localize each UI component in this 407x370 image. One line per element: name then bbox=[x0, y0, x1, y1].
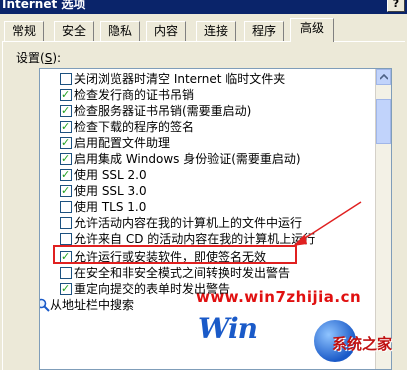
tab-general[interactable]: 常规 bbox=[4, 21, 44, 41]
search-icon bbox=[40, 298, 50, 312]
chevron-up-icon bbox=[380, 74, 388, 80]
settings-label: 设置(S): bbox=[16, 51, 62, 65]
tab-privacy[interactable]: 隐私 bbox=[100, 21, 140, 41]
setting-item[interactable]: 检查服务器证书吊销(需要重启动) bbox=[40, 103, 370, 119]
checkbox[interactable] bbox=[60, 103, 72, 119]
setting-label: 使用 SSL 2.0 bbox=[74, 168, 147, 182]
checkbox[interactable] bbox=[60, 201, 72, 213]
checkbox[interactable] bbox=[60, 281, 72, 297]
tab-programs[interactable]: 程序 bbox=[244, 21, 284, 41]
setting-label: 关闭浏览器时清空 Internet 临时文件夹 bbox=[74, 72, 286, 86]
setting-label: 使用 TLS 1.0 bbox=[74, 200, 147, 214]
checkbox[interactable] bbox=[60, 135, 72, 151]
help-button[interactable]: ? bbox=[387, 0, 405, 12]
setting-label: 检查下载的程序的签名 bbox=[74, 120, 195, 134]
tab-advanced[interactable]: 高级 bbox=[290, 18, 334, 42]
checkbox[interactable] bbox=[60, 119, 72, 135]
logo-letters: Win bbox=[198, 312, 258, 345]
scroll-up-button[interactable] bbox=[376, 69, 391, 85]
logo-name: 系统之家 bbox=[332, 335, 393, 353]
checkbox[interactable] bbox=[60, 167, 72, 183]
checkbox[interactable] bbox=[60, 87, 72, 103]
annotation-arrow-icon bbox=[293, 201, 362, 246]
setting-group-label: 从地址栏中搜索 bbox=[50, 298, 135, 312]
checkbox[interactable] bbox=[60, 233, 72, 245]
window-title: Internet 选项 bbox=[2, 0, 86, 11]
setting-item[interactable]: 使用 SSL 2.0 bbox=[40, 167, 370, 183]
checkbox[interactable] bbox=[60, 73, 72, 85]
setting-label: 启用配置文件助理 bbox=[74, 136, 171, 150]
setting-label: 检查发行商的证书吊销 bbox=[74, 88, 195, 102]
setting-item[interactable]: 启用集成 Windows 身份验证(需要重启动) bbox=[40, 151, 370, 167]
setting-label: 启用集成 Windows 身份验证(需要重启动) bbox=[74, 152, 301, 166]
setting-item[interactable]: 检查发行商的证书吊销 bbox=[40, 87, 370, 103]
scroll-thumb[interactable] bbox=[376, 99, 391, 144]
checkbox[interactable] bbox=[60, 217, 72, 229]
title-bar: Internet 选项 ? bbox=[0, 0, 407, 14]
setting-label: 在安全和非安全模式之间转换时发出警告 bbox=[74, 266, 291, 280]
vertical-scrollbar[interactable] bbox=[375, 69, 391, 369]
setting-item[interactable]: 在安全和非安全模式之间转换时发出警告 bbox=[40, 265, 370, 281]
setting-label: 允许活动内容在我的计算机上的文件中运行 bbox=[74, 216, 303, 230]
setting-item[interactable]: 关闭浏览器时清空 Internet 临时文件夹 bbox=[40, 71, 370, 87]
annotation-highlight-box bbox=[53, 245, 297, 264]
tab-connections[interactable]: 连接 bbox=[196, 21, 236, 41]
checkbox[interactable] bbox=[60, 151, 72, 167]
checkbox[interactable] bbox=[60, 183, 72, 199]
setting-item[interactable]: 检查下载的程序的签名 bbox=[40, 119, 370, 135]
tab-security[interactable]: 安全 bbox=[54, 21, 94, 41]
checkbox[interactable] bbox=[60, 267, 72, 279]
setting-item[interactable]: 启用配置文件助理 bbox=[40, 135, 370, 151]
tab-content[interactable]: 内容 bbox=[146, 21, 186, 41]
setting-item[interactable]: 使用 SSL 3.0 bbox=[40, 183, 370, 199]
setting-label: 检查服务器证书吊销(需要重启动) bbox=[74, 104, 252, 118]
setting-label: 使用 SSL 3.0 bbox=[74, 184, 147, 198]
watermark-site: www.win7zhijia.cn bbox=[196, 288, 362, 306]
